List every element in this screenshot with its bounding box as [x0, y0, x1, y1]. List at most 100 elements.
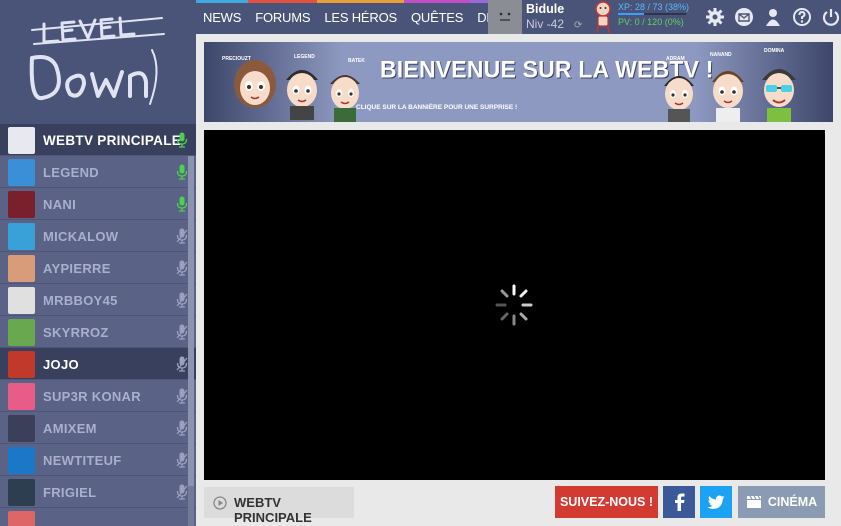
nav-item[interactable]: FORUMS [248, 0, 318, 34]
channel-item[interactable]: LEGEND [0, 156, 196, 188]
channel-item[interactable]: NANI [0, 188, 196, 220]
top-bar: NEWSFORUMSLES HÉROSQUÊTESDLC Bidule Niv … [196, 0, 841, 34]
current-channel-tab[interactable]: WEBTV PRINCIPALE [204, 487, 354, 525]
username[interactable]: Bidule [526, 2, 564, 16]
mic-muted-icon [176, 452, 188, 468]
sidebar: WEBTV PRINCIPALE LEGEND NANI MICKALOW AYPIER… [0, 0, 196, 526]
channel-item[interactable]: MICKALOW [0, 220, 196, 252]
channel-avatar [8, 447, 35, 474]
channel-item[interactable]: AMIXEM [0, 412, 196, 444]
channel-label: JOJO [43, 357, 79, 372]
banner-name: PRECIOUZT [222, 56, 251, 62]
channel-item[interactable]: MRBBOY45 [0, 284, 196, 316]
character-head-batek: BATEK [326, 58, 365, 122]
twitter-button[interactable] [700, 486, 732, 518]
mail-icon[interactable] [729, 0, 758, 34]
channel-avatar [8, 255, 35, 282]
channel-label: SKYRROZ [43, 325, 109, 340]
channel-item[interactable]: JOJO [0, 348, 196, 380]
channel-label: FRIGIEL [43, 485, 97, 500]
channel-main[interactable]: WEBTV PRINCIPALE [0, 124, 196, 156]
nav-item[interactable]: LES HÉROS [317, 0, 404, 34]
mic-muted-icon [176, 484, 188, 500]
channel-item[interactable]: AYPIERRE [0, 252, 196, 284]
channel-item[interactable]: SUP3R KONAR [0, 380, 196, 412]
channel-avatar [8, 127, 35, 154]
settings-icon[interactable] [700, 0, 729, 34]
level-down-logo-icon [29, 16, 165, 105]
facebook-icon [675, 493, 685, 511]
nav-color-bar [403, 0, 471, 3]
channel-avatar [8, 191, 35, 218]
channel-avatar [8, 159, 35, 186]
user-panel[interactable]: Bidule Niv -42 ⟳ XP: 28 / 73 (38%) PV: 0… [488, 0, 728, 34]
character-head-preciouzt: PRECIOUZT [222, 56, 278, 122]
main-nav: NEWSFORUMSLES HÉROSQUÊTESDLC [196, 0, 510, 34]
mic-muted-icon [176, 228, 188, 244]
nav-item-label: NEWS [203, 10, 242, 25]
channel-label: LEGEND [43, 165, 99, 180]
follow-us-button[interactable]: SUIVEZ-NOUS ! [555, 486, 658, 518]
channel-label: NANI [43, 197, 76, 212]
xp-bar-fill [618, 13, 644, 15]
power-icon[interactable] [816, 0, 841, 34]
welcome-banner[interactable]: PRECIOUZT LEGEND BATEK BIENVENUE SUR LA … [204, 42, 833, 122]
webtv-app: WEBTV PRINCIPALE LEGEND NANI MICKALOW AYPIER… [0, 0, 841, 526]
facebook-button[interactable] [663, 486, 695, 518]
channel-avatar [8, 223, 35, 250]
channel-avatar [8, 351, 35, 378]
channel-item[interactable]: FRIGIEL [0, 476, 196, 508]
user-level: Niv -42 [526, 17, 565, 31]
channel-label: NEWTITEUF [43, 453, 122, 468]
banner-name: BATEK [348, 58, 365, 64]
nav-item[interactable]: NEWS [196, 0, 249, 34]
mic-on-icon [176, 196, 188, 212]
mic-muted-icon [176, 356, 188, 372]
channel-item[interactable]: SKYRROZ [0, 316, 196, 348]
character-icon [595, 1, 611, 34]
twitter-icon [707, 495, 725, 509]
cinema-label: CINÉMA [767, 495, 818, 509]
nav-item-label: LES HÉROS [324, 10, 397, 25]
xp-text: XP: 28 / 73 (38%) [618, 2, 690, 12]
channel-avatar [8, 511, 35, 526]
play-icon [213, 496, 227, 510]
channel-avatar [8, 479, 35, 506]
channel-avatar [8, 287, 35, 314]
channel-list: WEBTV PRINCIPALE LEGEND NANI MICKALOW AYPIER… [0, 124, 196, 526]
default-avatar-icon [488, 0, 522, 34]
scrollbar-thumb[interactable] [188, 156, 194, 486]
user-avatar[interactable] [488, 0, 522, 34]
character-head-nanand: NANAND [708, 52, 748, 122]
channel-label: MICKALOW [43, 229, 119, 244]
character-head-domina: DOMINA [758, 48, 800, 122]
mic-muted-icon [176, 260, 188, 276]
channel-label: SUP3R KONAR [43, 389, 141, 404]
channel-avatar [8, 415, 35, 442]
mic-on-icon [176, 132, 188, 148]
help-icon[interactable] [787, 0, 816, 34]
banner-name: NANAND [710, 52, 732, 58]
channel-avatar [8, 383, 35, 410]
cinema-button[interactable]: CINÉMA [738, 486, 825, 518]
site-logo[interactable] [0, 0, 196, 124]
channel-label: AMIXEM [43, 421, 97, 436]
nav-color-bar [196, 0, 249, 3]
character-head-adram: ADRAM [660, 56, 698, 122]
channel-label: AYPIERRE [43, 261, 111, 276]
mic-on-icon [176, 164, 188, 180]
channel-scrollbar[interactable] [188, 156, 194, 526]
profile-icon[interactable] [758, 0, 787, 34]
top-icons [700, 0, 841, 34]
clapperboard-icon [746, 495, 761, 508]
banner-name: LEGEND [294, 54, 315, 60]
nav-item[interactable]: QUÊTES [403, 0, 471, 34]
pv-text: PV: 0 / 120 (0%) [618, 17, 684, 27]
channel-item[interactable] [0, 508, 196, 526]
channel-avatar [8, 319, 35, 346]
refresh-icon[interactable]: ⟳ [574, 20, 582, 31]
nav-color-bar [248, 0, 318, 3]
loading-spinner-icon [495, 284, 533, 326]
video-player[interactable] [204, 130, 825, 480]
channel-item[interactable]: NEWTITEUF [0, 444, 196, 476]
